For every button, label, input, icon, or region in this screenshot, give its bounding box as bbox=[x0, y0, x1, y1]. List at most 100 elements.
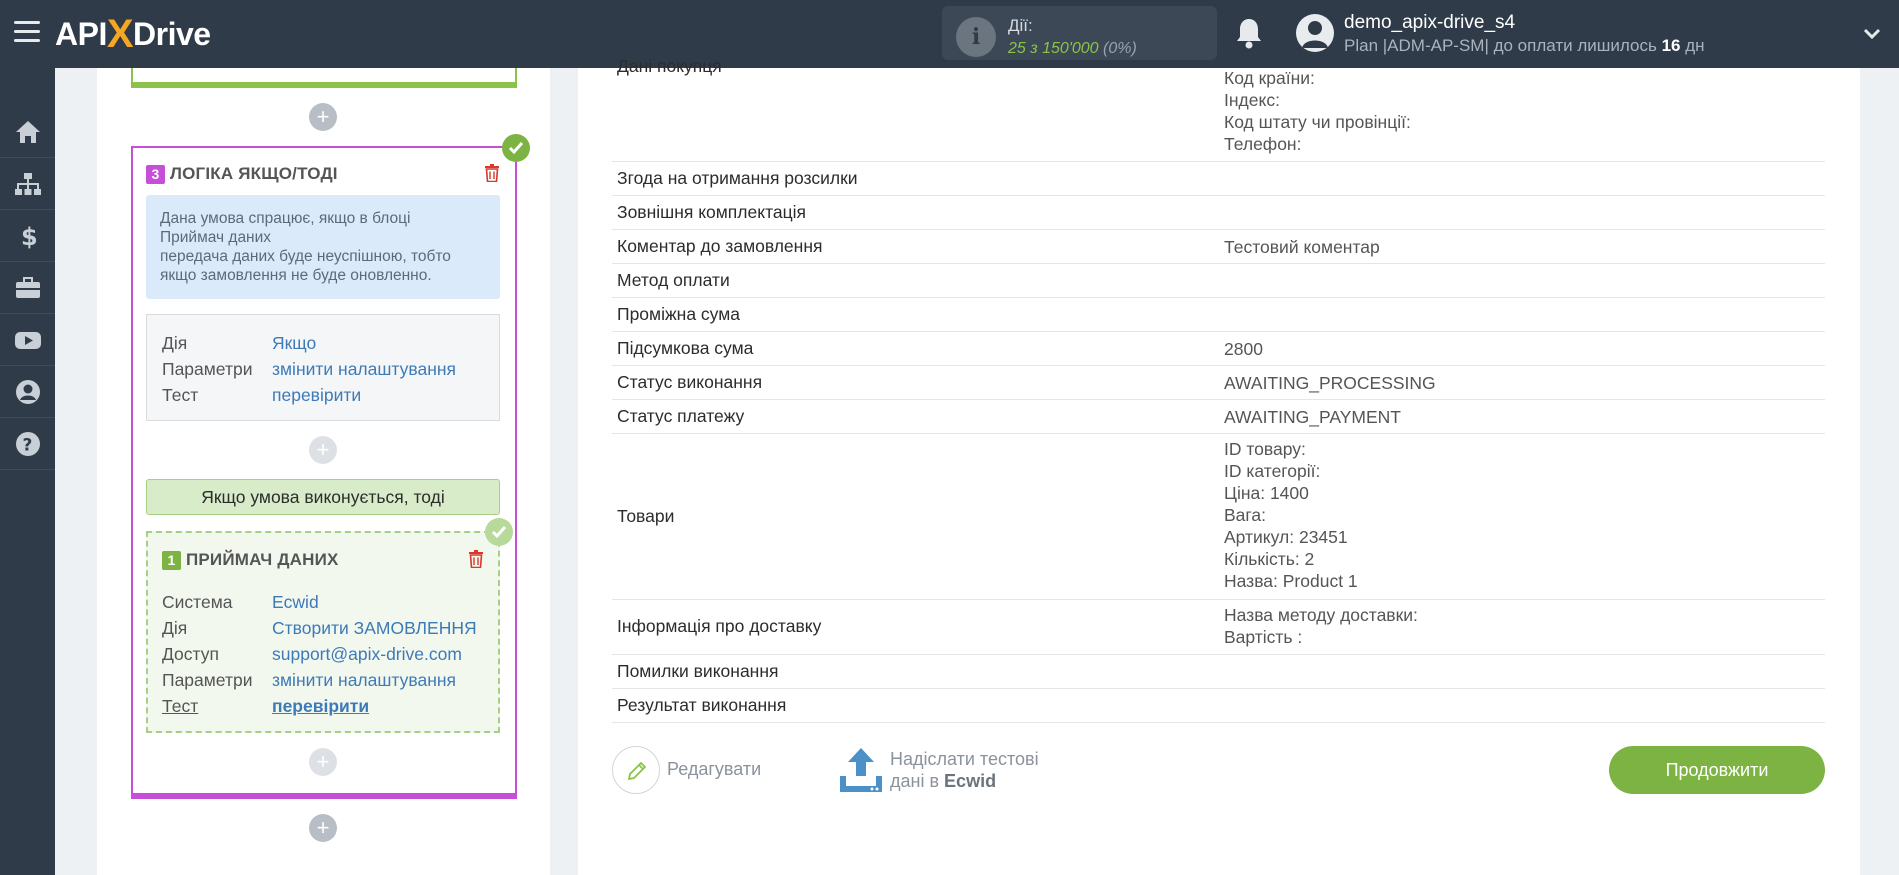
system-link[interactable]: Ecwid bbox=[272, 592, 319, 613]
sidebar-item-video[interactable] bbox=[0, 314, 55, 366]
table-row: Статус виконання AWAITING_PROCESSING bbox=[612, 366, 1825, 400]
table-row: Інформація про доставку Назва методу дос… bbox=[612, 600, 1825, 655]
previous-block-bottom bbox=[131, 68, 517, 88]
add-block-button[interactable]: + bbox=[309, 814, 337, 842]
table-row: Помилки виконання bbox=[612, 655, 1825, 689]
receiver-block-title: 1 ПРИЙМАЧ ДАНИХ bbox=[162, 550, 339, 570]
value-line: Вага: bbox=[1224, 505, 1266, 525]
table-row: Проміжна сума bbox=[612, 298, 1825, 332]
logic-title-text: ЛОГІКА ЯКЩО/ТОДІ bbox=[169, 164, 338, 183]
dollar-icon: $ bbox=[21, 223, 38, 249]
block-number: 3 bbox=[146, 165, 165, 184]
sitemap-icon bbox=[15, 173, 41, 195]
trash-icon[interactable] bbox=[468, 550, 484, 568]
chevron-down-icon[interactable] bbox=[1862, 24, 1882, 44]
row-value: ID товару: ID категорії: Ціна: 1400 Вага… bbox=[1224, 438, 1358, 592]
send-test-data-label[interactable]: Надіслати тестові дані в Ecwid bbox=[890, 748, 1039, 792]
value-line: Код країни: bbox=[1224, 68, 1315, 88]
row-value: 2800 bbox=[1224, 339, 1263, 359]
value-line: Телефон: bbox=[1224, 134, 1302, 154]
test-link[interactable]: перевірити bbox=[272, 385, 361, 406]
trash-icon[interactable] bbox=[484, 164, 500, 182]
edit-button[interactable] bbox=[612, 746, 660, 794]
value-line: Вартість : bbox=[1224, 627, 1303, 647]
row-label: Помилки виконання bbox=[617, 661, 779, 681]
row-value: Назва методу доставки: Вартість : bbox=[1224, 604, 1418, 648]
sidebar-item-help[interactable]: ? bbox=[0, 418, 55, 470]
avatar[interactable] bbox=[1296, 14, 1334, 52]
row-label: Зовнішня комплектація bbox=[617, 202, 807, 222]
value-line: Код штату чи провінції: bbox=[1224, 112, 1411, 132]
check-icon bbox=[485, 518, 513, 546]
sidebar-item-home[interactable] bbox=[0, 106, 55, 158]
value-line: Артикул: 23451 bbox=[1224, 527, 1348, 547]
note-line: передача даних буде неуспішною, тобто bbox=[160, 248, 451, 265]
add-block-button[interactable]: + bbox=[309, 748, 337, 776]
value-line: Назва методу доставки: bbox=[1224, 605, 1418, 625]
row-value: Тестовий коментар bbox=[1224, 237, 1380, 257]
svg-text:$: $ bbox=[21, 223, 38, 249]
continue-button[interactable]: Продовжити bbox=[1609, 746, 1825, 794]
logic-block-title: 3 ЛОГІКА ЯКЩО/ТОДІ bbox=[146, 164, 338, 184]
row-value: AWAITING_PAYMENT bbox=[1224, 407, 1401, 427]
row-key: Дія bbox=[162, 333, 188, 353]
send-line: дані в Ecwid bbox=[890, 771, 997, 791]
block-number: 1 bbox=[162, 551, 181, 570]
table-row: Товари ID товару: ID категорії: Ціна: 14… bbox=[612, 434, 1825, 600]
sidebar-item-connections[interactable] bbox=[0, 158, 55, 210]
test-link[interactable]: перевірити bbox=[272, 696, 369, 717]
user-icon bbox=[16, 380, 40, 404]
value-line: Кількість: 2 bbox=[1224, 549, 1315, 569]
table-row: Підсумкова сума 2800 bbox=[612, 332, 1825, 366]
value-line: Назва: Product 1 bbox=[1224, 571, 1358, 591]
note-line: Приймач даних bbox=[160, 229, 272, 246]
upload-icon[interactable] bbox=[838, 746, 884, 794]
condition-note: Дана умова спрацює, якщо в блоці Приймач… bbox=[146, 195, 500, 299]
row-label: Товари bbox=[617, 506, 675, 526]
check-icon bbox=[502, 134, 530, 162]
bell-icon[interactable] bbox=[1233, 16, 1265, 50]
home-icon bbox=[16, 121, 40, 143]
note-line: якщо замовлення не буде оновленно. bbox=[160, 267, 432, 284]
action-link[interactable]: Якщо bbox=[272, 333, 316, 354]
row-label: Підсумкова сума bbox=[617, 338, 754, 358]
table-row: Дані покупця Код країни: Індекс: Код шта… bbox=[612, 50, 1825, 162]
row-label: Метод оплати bbox=[617, 270, 730, 290]
youtube-icon bbox=[15, 332, 41, 349]
logo[interactable]: APIXDrive bbox=[55, 12, 211, 54]
table-row: Згода на отримання розсилки bbox=[612, 162, 1825, 196]
table-row: Результат виконання bbox=[612, 689, 1825, 723]
briefcase-icon bbox=[16, 277, 40, 298]
row-key: Тест bbox=[162, 696, 199, 716]
sidebar-item-account[interactable] bbox=[0, 366, 55, 418]
actions-label: Дії: bbox=[1008, 16, 1033, 35]
sidebar-item-projects[interactable] bbox=[0, 262, 55, 314]
row-key: Параметри bbox=[162, 359, 253, 379]
table-row: Метод оплати bbox=[612, 264, 1825, 298]
send-line: Надіслати тестові bbox=[890, 749, 1039, 769]
change-settings-link[interactable]: змінити налаштування bbox=[272, 670, 456, 691]
add-block-button[interactable]: + bbox=[309, 103, 337, 131]
row-key: Дія bbox=[162, 618, 188, 638]
row-key: Параметри bbox=[162, 670, 253, 690]
row-label: Статус платежу bbox=[617, 406, 745, 426]
sidebar: $ ? bbox=[0, 68, 55, 875]
row-label: Статус виконання bbox=[617, 372, 763, 392]
add-block-button[interactable]: + bbox=[309, 436, 337, 464]
row-key: Доступ bbox=[162, 644, 219, 664]
value-line: Індекс: bbox=[1224, 90, 1280, 110]
action-link[interactable]: Створити ЗАМОВЛЕННЯ bbox=[272, 618, 477, 639]
svg-text:?: ? bbox=[23, 436, 33, 456]
access-link[interactable]: support@apix-drive.com bbox=[272, 644, 462, 665]
sidebar-item-billing[interactable]: $ bbox=[0, 210, 55, 262]
value-line: ID товару: bbox=[1224, 439, 1306, 459]
username[interactable]: demo_apix-drive_s4 bbox=[1344, 12, 1515, 34]
row-label: Результат виконання bbox=[617, 695, 787, 715]
change-settings-link[interactable]: змінити налаштування bbox=[272, 359, 456, 380]
user-avatar-icon bbox=[1302, 21, 1328, 48]
edit-label[interactable]: Редагувати bbox=[667, 759, 761, 780]
table-row: Статус платежу AWAITING_PAYMENT bbox=[612, 400, 1825, 434]
row-label: Проміжна сума bbox=[617, 304, 740, 324]
menu-icon[interactable] bbox=[14, 21, 40, 43]
row-value: AWAITING_PROCESSING bbox=[1224, 373, 1436, 393]
